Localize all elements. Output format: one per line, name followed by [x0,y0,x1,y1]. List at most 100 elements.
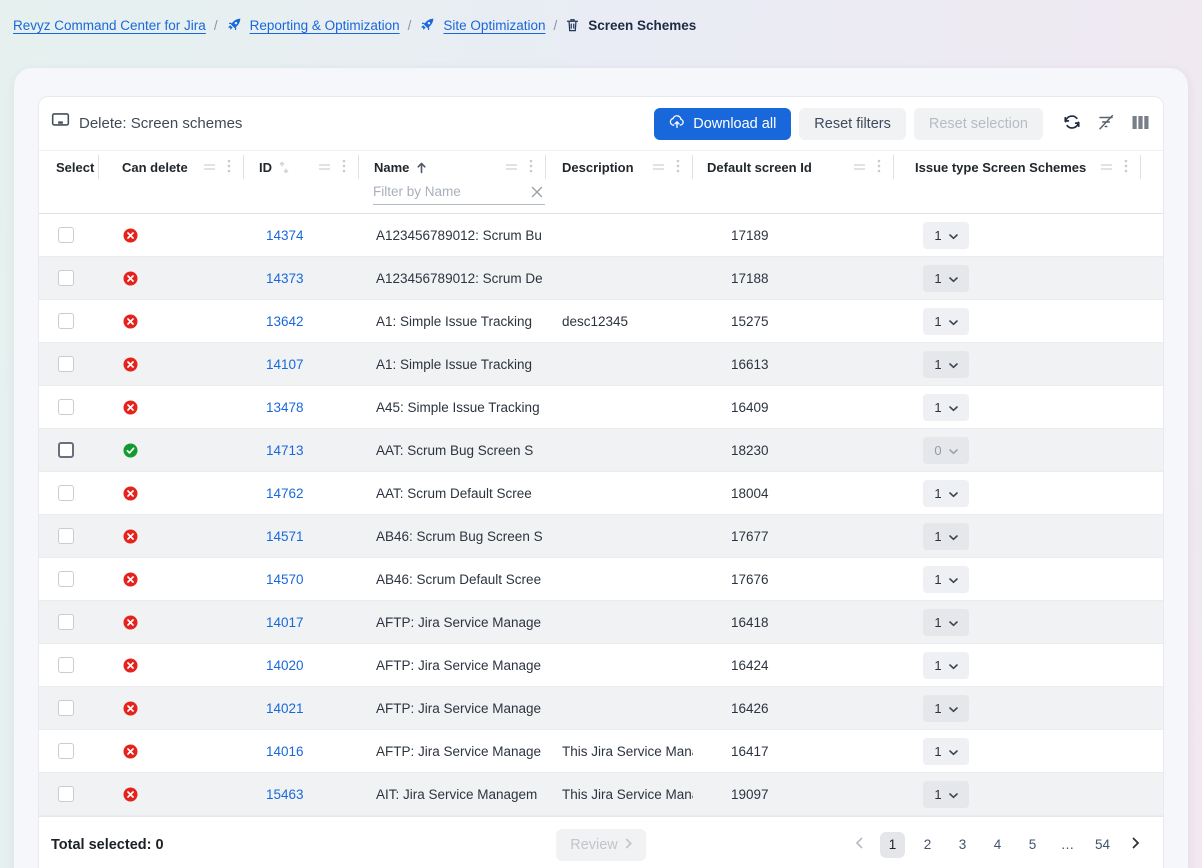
row-name: A1: Simple Issue Tracking [359,300,546,342]
column-menu-icon[interactable] [227,159,231,176]
row-id-link[interactable]: 14713 [266,443,304,458]
pagination-next-button[interactable] [1125,832,1147,858]
row-checkbox[interactable] [58,528,74,544]
row-id-link[interactable]: 14020 [266,658,304,673]
issue-type-count-dropdown[interactable]: 1 [923,308,969,335]
row-checkbox[interactable] [58,786,74,802]
id-cell: 14020 [244,644,359,686]
pagination-page-1[interactable]: 1 [880,832,905,858]
pagination-page-2[interactable]: 2 [915,832,940,858]
issue-type-count-dropdown[interactable]: 1 [923,738,969,765]
issue-type-count-dropdown[interactable]: 1 [923,265,969,292]
sort-ascending-icon[interactable] [416,161,427,174]
row-id-link[interactable]: 14571 [266,529,304,544]
breadcrumb-link-app[interactable]: Revyz Command Center for Jira [13,18,206,33]
breadcrumb-link-site-optimization[interactable]: Site Optimization [443,18,545,33]
download-all-button[interactable]: Download all [654,108,791,140]
filter-lines-icon[interactable] [853,160,866,175]
row-id-link[interactable]: 14107 [266,357,304,372]
row-name: AB46: Scrum Bug Screen S [359,515,546,557]
row-checkbox[interactable] [58,442,74,458]
chevron-down-icon [949,529,958,544]
issue-type-count-dropdown[interactable]: 1 [923,695,969,722]
card-header: Delete: Screen schemes Download all Rese… [39,97,1163,151]
filter-off-icon [1097,113,1115,134]
id-cell: 13478 [244,386,359,428]
refresh-button[interactable] [1059,111,1085,137]
filter-lines-icon[interactable] [652,160,665,175]
row-id-link[interactable]: 14017 [266,615,304,630]
row-checkbox[interactable] [58,399,74,415]
cannot-delete-icon [123,701,138,716]
row-id-link[interactable]: 13478 [266,400,304,415]
filter-lines-icon[interactable] [1100,160,1113,175]
row-id-link[interactable]: 14762 [266,486,304,501]
breadcrumb-separator: / [408,18,412,33]
row-id-link[interactable]: 14374 [266,228,304,243]
row-checkbox[interactable] [58,571,74,587]
column-menu-icon[interactable] [1124,159,1128,176]
issue-type-count-dropdown[interactable]: 1 [923,781,969,808]
can-delete-icon [123,443,138,458]
issue-type-count-dropdown[interactable]: 0 [923,437,969,464]
row-checkbox[interactable] [58,270,74,286]
id-cell: 14762 [244,472,359,514]
filter-lines-icon[interactable] [203,160,216,175]
pagination-page-5[interactable]: 5 [1020,832,1045,858]
issue-type-count-dropdown[interactable]: 1 [923,394,969,421]
cannot-delete-icon [123,529,138,544]
clear-filter-icon[interactable] [529,186,545,198]
breadcrumb-link-reporting[interactable]: Reporting & Optimization [250,18,400,33]
issue-type-count-dropdown[interactable]: 1 [923,480,969,507]
row-id-link[interactable]: 15463 [266,787,304,802]
issue-type-count-dropdown[interactable]: 1 [923,523,969,550]
cannot-delete-icon [123,228,138,243]
column-label: Default screen Id [707,160,812,175]
row-checkbox[interactable] [58,227,74,243]
issue-type-cell: 1 [894,472,1141,514]
row-id-link[interactable]: 14570 [266,572,304,587]
select-cell [39,730,99,772]
row-id-link[interactable]: 14373 [266,271,304,286]
column-menu-icon[interactable] [529,159,533,176]
can-delete-cell [99,386,244,428]
pagination-page-3[interactable]: 3 [950,832,975,858]
row-default-screen-id: 16417 [693,730,894,772]
clear-all-filters-button[interactable] [1093,111,1119,137]
review-button: Review [556,829,646,861]
reset-filters-button[interactable]: Reset filters [799,108,906,140]
row-checkbox[interactable] [58,743,74,759]
row-id-link[interactable]: 14021 [266,701,304,716]
id-cell: 14570 [244,558,359,600]
column-header-issue-type-screen-schemes: Issue type Screen Schemes [894,151,1141,183]
row-checkbox[interactable] [58,313,74,329]
row-id-link[interactable]: 14016 [266,744,304,759]
column-menu-icon[interactable] [877,159,881,176]
issue-type-count-dropdown[interactable]: 1 [923,609,969,636]
can-delete-cell [99,773,244,815]
column-header-name[interactable]: Name [359,151,546,183]
columns-button[interactable] [1127,111,1153,137]
issue-type-count-dropdown[interactable]: 1 [923,566,969,593]
pagination-page-4[interactable]: 4 [985,832,1010,858]
filter-lines-icon[interactable] [318,160,331,175]
column-menu-icon[interactable] [342,159,346,176]
name-filter-input[interactable] [373,184,529,199]
issue-type-count-dropdown[interactable]: 1 [923,222,969,249]
row-checkbox[interactable] [58,700,74,716]
row-checkbox[interactable] [58,485,74,501]
column-menu-icon[interactable] [676,159,680,176]
sort-both-icon[interactable] [279,161,289,174]
row-checkbox[interactable] [58,356,74,372]
column-header-id[interactable]: ID [244,151,359,183]
select-cell [39,472,99,514]
row-checkbox[interactable] [58,614,74,630]
pagination-page-54[interactable]: 54 [1090,832,1115,858]
issue-type-count-dropdown[interactable]: 1 [923,652,969,679]
row-id-link[interactable]: 13642 [266,314,304,329]
filter-lines-icon[interactable] [505,160,518,175]
issue-type-count-dropdown[interactable]: 1 [923,351,969,378]
breadcrumb-separator: / [214,18,218,33]
row-description: This Jira Service Manageme [546,730,693,772]
row-checkbox[interactable] [58,657,74,673]
